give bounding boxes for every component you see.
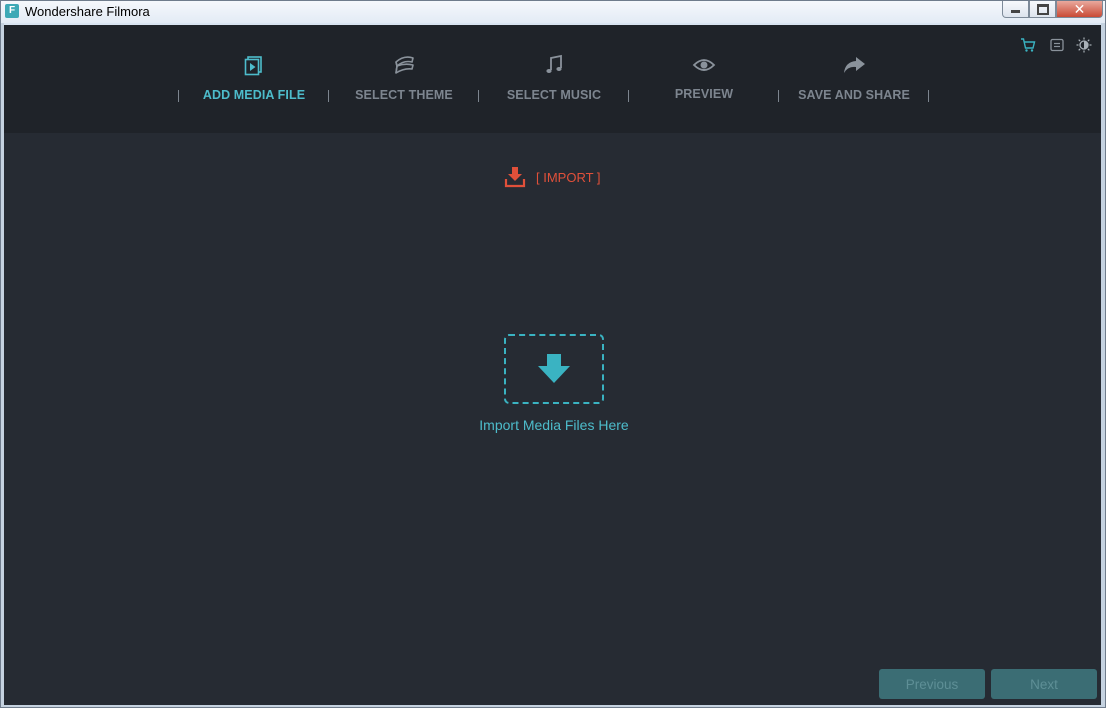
step-label: SELECT MUSIC (506, 88, 602, 102)
step-save-and-share[interactable]: SAVE AND SHARE (779, 25, 929, 133)
window-border-bottom (1, 705, 1105, 707)
next-button[interactable]: Next (991, 669, 1097, 699)
app-window: F Wondershare Filmora ✕ ADD MEDIA FILE S… (0, 0, 1106, 708)
window-title: Wondershare Filmora (25, 4, 150, 19)
previous-button[interactable]: Previous (879, 669, 985, 699)
step-label: ADD MEDIA FILE (202, 88, 306, 102)
main-area: ADD MEDIA FILE SELECT THEME SELECT MUSIC… (4, 25, 1101, 705)
step-select-theme[interactable]: SELECT THEME (329, 25, 479, 133)
cart-icon[interactable] (1020, 37, 1036, 53)
minimize-icon (1011, 10, 1020, 13)
close-icon: ✕ (1073, 0, 1086, 17)
media-dropzone[interactable] (504, 334, 604, 404)
minimize-button[interactable] (1002, 1, 1029, 18)
step-select-music[interactable]: SELECT MUSIC (479, 25, 629, 133)
app-icon: F (5, 4, 19, 18)
import-link[interactable]: [ IMPORT ] (504, 165, 601, 189)
step-add-media-file[interactable]: ADD MEDIA FILE (179, 25, 329, 133)
step-label: SELECT THEME (355, 88, 453, 102)
title-bar[interactable]: F Wondershare Filmora ✕ (1, 1, 1105, 23)
close-button[interactable]: ✕ (1056, 1, 1103, 18)
step-preview[interactable]: PREVIEW (629, 25, 779, 133)
maximize-button[interactable] (1029, 1, 1056, 18)
step-header: ADD MEDIA FILE SELECT THEME SELECT MUSIC… (4, 25, 1101, 133)
dropzone-text[interactable]: Import Media Files Here (454, 417, 654, 433)
import-arrow-icon (538, 354, 570, 383)
media-file-icon (244, 56, 262, 76)
eye-icon (692, 59, 716, 71)
music-note-icon (546, 54, 562, 73)
theme-icon (395, 56, 414, 74)
import-label: [ IMPORT ] (536, 169, 601, 185)
step-label: SAVE AND SHARE (798, 88, 910, 102)
step-label: PREVIEW (674, 87, 734, 101)
share-arrow-icon (844, 57, 865, 73)
maximize-icon (1036, 3, 1049, 15)
theme-toggle-icon[interactable] (1076, 37, 1092, 53)
menu-icon[interactable] (1049, 37, 1065, 53)
download-icon (504, 167, 526, 188)
window-border-right (1101, 23, 1105, 707)
